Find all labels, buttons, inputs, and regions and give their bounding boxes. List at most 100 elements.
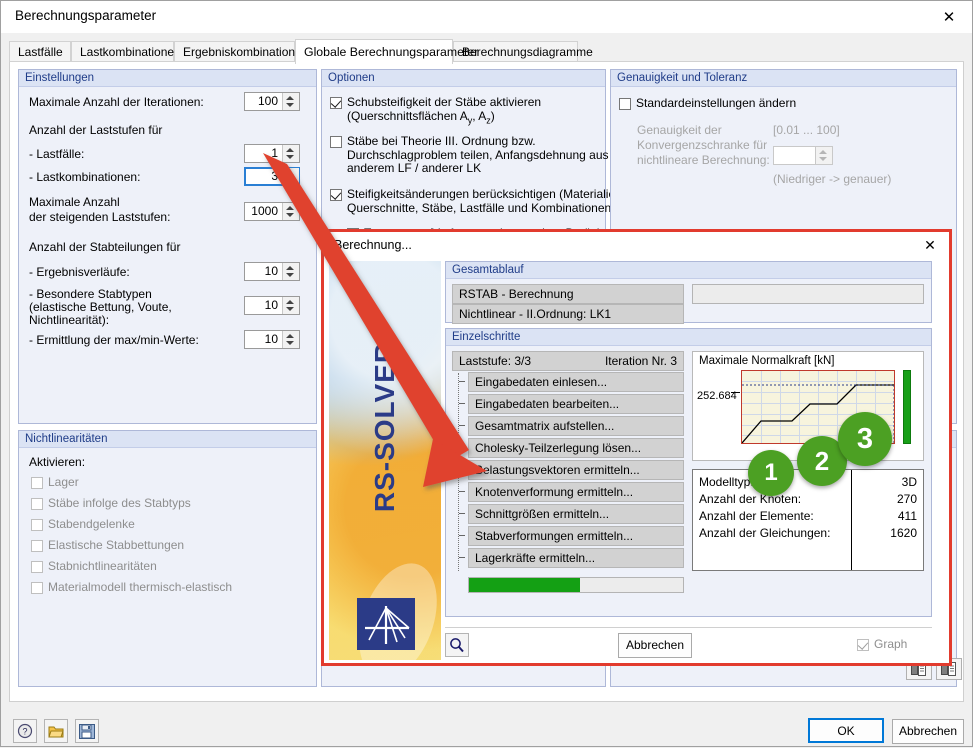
input-maxmin-value: 10 [245,331,282,348]
checkbox-label: Standardeinstellungen ändern [636,97,796,111]
spinner-maxmin[interactable] [282,331,299,348]
berechnungsparameter-window: Berechnungsparameter ✕ Lastfälle Lastkom… [0,0,973,747]
checkbox-label: Stabendgelenke [48,518,135,532]
spinner-result-courses[interactable] [282,263,299,280]
checkbox-box [857,639,869,651]
group-einzelschritte: Einzelschritte Laststufe: 3/3 Iteration … [445,328,932,617]
label-divisions-header: Anzahl der Stabteilungen für [29,240,180,254]
label-precision-3: nichtlineare Berechnung: [637,153,770,167]
tab-ergebniskombinationen[interactable]: Ergebniskombinationen [174,41,295,62]
group-gesamtablauf-title: Gesamtablauf [446,262,931,279]
group-einstellungen-body: Maximale Anzahl der Iterationen: 100 Anz… [19,88,316,423]
cancel-button[interactable]: Abbrechen [892,719,964,744]
input-load-combinations[interactable]: 3 [244,167,300,186]
input-precision[interactable] [773,146,833,165]
spinner-max-increasing-steps[interactable] [282,203,299,220]
save-icon[interactable] [75,719,99,743]
loadstep-label: Laststufe: 3/3 [459,354,531,368]
spinner-special-member-types[interactable] [282,297,299,314]
checkbox-label: Stäbe bei Theorie III. Ordnung bzw.Durch… [347,135,609,176]
info-label: Modelltyp: [699,475,754,489]
checkbox-box [31,582,43,594]
calculation-dialog-title: Berechnung... [334,238,412,252]
dlubal-logo [357,598,415,650]
input-precision-value [774,147,815,164]
tab-lastfaelle[interactable]: Lastfälle [9,41,71,62]
step-item: Eingabedaten bearbeiten... [468,394,684,414]
step-progress-bar [468,577,684,593]
dialog-cancel-button[interactable]: Abbrechen [618,633,692,658]
splash-title: RS-SOLVER [369,267,401,587]
close-icon[interactable]: ✕ [926,1,972,32]
input-special-member-types[interactable]: 10 [244,296,300,315]
label-result-courses: - Ergebnisverläufe: [29,265,130,279]
spinner-load-cases[interactable] [282,145,299,162]
checkbox-label: Materialmodell thermisch-elastisch [48,581,232,595]
group-optionen-title: Optionen [322,70,605,87]
tabstrip: Lastfälle Lastkombinationen Ergebniskomb… [9,39,964,62]
checkbox-box [31,519,43,531]
checkbox-box [31,561,43,573]
overall-step-2: Nichtlinear - II.Ordnung: LK1 [452,304,684,324]
checkbox-label: Steifigkeitsänderungen berücksichtigen (… [347,188,625,215]
group-nichtlinearitaeten-title: Nichtlinearitäten [19,431,316,448]
spinner-max-iterations[interactable] [282,93,299,110]
checkbox-label: Lager [48,476,79,490]
checkbox-box [330,136,342,148]
step-dash [459,469,465,470]
dialog-separator [445,627,932,628]
chart-title: Maximale Normalkraft [kN] [699,355,834,367]
step-item: Knotenverformung ermitteln... [468,482,684,502]
input-result-courses[interactable]: 10 [244,262,300,281]
step-item: Gesamtmatrix aufstellen... [468,416,684,436]
help-icon[interactable]: ? [13,719,37,743]
step-dash [459,403,465,404]
checkbox-label: Stabnichtlinearitäten [48,560,157,574]
group-nichtlinearitaeten: Nichtlinearitäten Aktivieren: Lager Stäb… [18,430,317,687]
step-dash [459,425,465,426]
checkbox-box [31,540,43,552]
overall-step-1: RSTAB - Berechnung [452,284,684,304]
input-max-increasing-steps[interactable]: 1000 [244,202,300,221]
group-genauigkeit-toleranz-title: Genauigkeit und Toleranz [611,70,956,87]
ok-button[interactable]: OK [808,718,884,743]
input-max-iterations[interactable]: 100 [244,92,300,111]
step-item: Belastungsvektoren ermitteln... [468,460,684,480]
rs-solver-splash-image: RS-SOLVER [329,261,441,660]
group-einstellungen-title: Einstellungen [19,70,316,87]
spinner-precision[interactable] [815,147,832,164]
checkbox-box [619,98,631,110]
step-dash [459,535,465,536]
checkbox-box [330,97,342,109]
info-value: 3D [902,475,917,489]
folder-open-icon[interactable] [44,719,68,743]
tab-globale-berechnungsparameter[interactable]: Globale Berechnungsparameter [295,39,453,64]
step-item: Cholesky-Teilzerlegung lösen... [468,438,684,458]
label-load-steps-header: Anzahl der Laststufen für [29,123,162,137]
checkbox-label: Schubsteifigkeit der Stäbe aktivieren(Qu… [347,96,541,127]
spinner-load-combinations[interactable] [282,168,299,185]
checkbox-box [31,498,43,510]
window-titlebar: Berechnungsparameter ✕ [1,1,972,33]
loadstep-header: Laststufe: 3/3 Iteration Nr. 3 [452,351,684,371]
label-precision-hint: (Niedriger -> genauer) [773,172,891,186]
info-label: Anzahl der Gleichungen: [699,526,830,540]
chart-status-bar [903,370,911,444]
step-dash [459,513,465,514]
label-special-member-types-1: - Besondere Stabtypen [29,287,152,301]
magnifier-icon[interactable] [445,633,469,657]
input-maxmin[interactable]: 10 [244,330,300,349]
label-special-member-types-3: Nichtlinearität): [29,313,109,327]
info-label: Anzahl der Knoten: [699,492,801,506]
step-dash [459,491,465,492]
overall-progress-bar [692,284,924,304]
info-value: 411 [898,509,917,523]
input-max-increasing-steps-value: 1000 [245,203,282,220]
close-icon[interactable]: ✕ [919,235,941,255]
tab-lastkombinationen[interactable]: Lastkombinationen [71,41,174,62]
input-load-cases[interactable]: 1 [244,144,300,163]
table-divider [851,470,852,570]
step-progress-fill [469,578,580,592]
checkbox-label: Graph [874,638,907,652]
input-load-cases-value: 1 [245,145,282,162]
